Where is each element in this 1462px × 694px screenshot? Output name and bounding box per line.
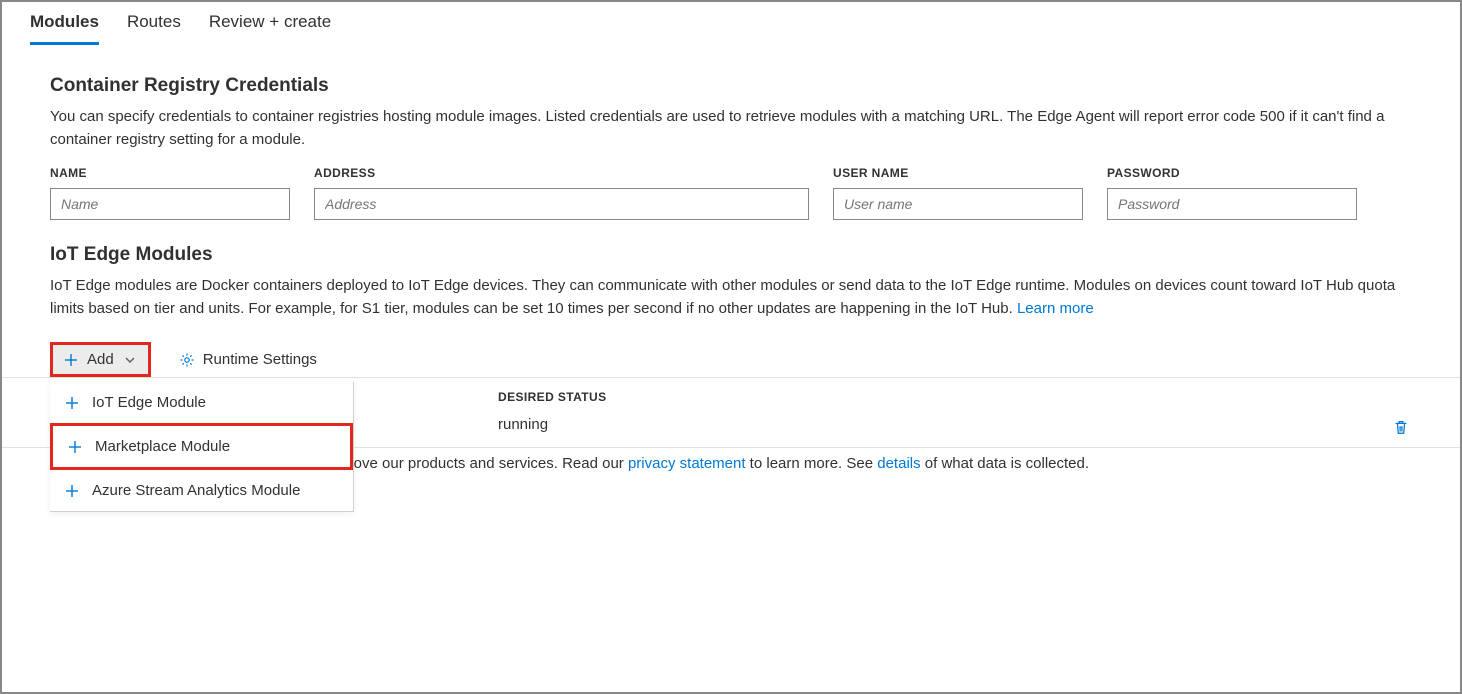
address-input[interactable] [314, 188, 809, 220]
registry-description: You can specify credentials to container… [50, 105, 1412, 152]
registry-heading: Container Registry Credentials [50, 75, 1412, 97]
menu-marketplace-module[interactable]: Marketplace Module [50, 423, 353, 470]
menu-item-label: Marketplace Module [95, 438, 230, 455]
plus-icon [64, 395, 80, 411]
desired-status-value: running [498, 410, 548, 447]
learn-more-link[interactable]: Learn more [1017, 300, 1094, 317]
runtime-settings-label: Runtime Settings [203, 351, 317, 368]
user-name-input[interactable] [833, 188, 1083, 220]
add-label: Add [87, 351, 114, 368]
runtime-settings-button[interactable]: Runtime Settings [169, 345, 327, 374]
chevron-down-icon [122, 352, 138, 368]
plus-icon [67, 439, 83, 455]
trash-icon [1392, 418, 1410, 436]
details-link[interactable]: details [877, 455, 920, 472]
add-button[interactable]: Add [50, 342, 151, 377]
modules-description: IoT Edge modules are Docker containers d… [50, 277, 1395, 317]
delete-button[interactable] [1392, 418, 1410, 439]
privacy-statement-link[interactable]: privacy statement [628, 455, 746, 472]
tab-routes[interactable]: Routes [127, 6, 181, 45]
label-address: ADDRESS [314, 166, 809, 180]
plus-icon [64, 483, 80, 499]
menu-item-label: IoT Edge Module [92, 394, 206, 411]
modules-heading: IoT Edge Modules [50, 244, 1412, 266]
tab-review-create[interactable]: Review + create [209, 6, 331, 45]
menu-item-label: Azure Stream Analytics Module [92, 482, 300, 499]
label-user-name: USER NAME [833, 166, 1083, 180]
label-name: NAME [50, 166, 290, 180]
column-header-desired-status: DESIRED STATUS [498, 382, 607, 410]
plus-icon [63, 352, 79, 368]
label-password: PASSWORD [1107, 166, 1357, 180]
password-input[interactable] [1107, 188, 1357, 220]
gear-icon [179, 352, 195, 368]
tab-modules[interactable]: Modules [30, 6, 99, 45]
menu-asa-module[interactable]: Azure Stream Analytics Module [50, 470, 353, 511]
add-dropdown-menu: IoT Edge Module Marketplace Module Azure… [50, 382, 354, 512]
menu-iot-edge-module[interactable]: IoT Edge Module [50, 382, 353, 423]
name-input[interactable] [50, 188, 290, 220]
